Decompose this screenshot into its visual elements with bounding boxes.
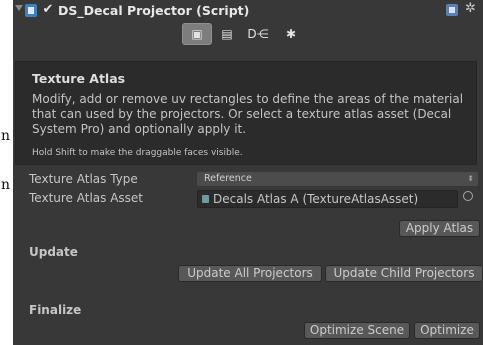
help-box-title: Texture Atlas bbox=[32, 71, 126, 86]
optimize-button[interactable]: Optimize bbox=[414, 322, 480, 339]
apply-atlas-button[interactable]: Apply Atlas bbox=[399, 220, 480, 237]
help-book-icon[interactable] bbox=[446, 4, 458, 16]
dropdown-arrows-icon: ⬍ bbox=[467, 174, 474, 183]
help-box-hint: Hold Shift to make the draggable faces v… bbox=[32, 148, 243, 158]
background-text-fragment: n bbox=[1, 177, 11, 193]
atlas-type-dropdown[interactable]: Reference ⬍ bbox=[197, 172, 478, 186]
help-box-body: Modify, add or remove uv rectangles to d… bbox=[32, 92, 464, 136]
asset-icon bbox=[202, 195, 209, 203]
foldout-arrow-icon[interactable] bbox=[15, 5, 23, 11]
component-header[interactable]: ✔ DS_Decal Projector (Script) ✲ bbox=[13, 0, 483, 22]
component-settings-icon[interactable]: ✲ bbox=[465, 1, 476, 16]
update-child-projectors-button[interactable]: Update Child Projectors bbox=[325, 265, 483, 282]
atlas-asset-value: Decals Atlas A (TextureAtlasAsset) bbox=[213, 192, 419, 206]
enabled-checkbox[interactable]: ✔ bbox=[41, 3, 55, 17]
background-text-fragment: n bbox=[1, 128, 11, 144]
atlas-type-label: Texture Atlas Type bbox=[29, 172, 138, 186]
component-title: DS_Decal Projector (Script) bbox=[58, 3, 250, 18]
projector-tool-icon[interactable]: ▣ bbox=[182, 23, 212, 45]
document-tool-icon[interactable]: ▤ bbox=[213, 24, 241, 44]
atlas-type-value: Reference bbox=[204, 173, 252, 184]
finalize-section-title: Finalize bbox=[29, 303, 82, 317]
inspector-panel: ✔ DS_Decal Projector (Script) ✲ ▣ ▤ D⋲ ✱… bbox=[13, 0, 483, 345]
object-picker-icon[interactable] bbox=[463, 191, 473, 201]
optimize-scene-button[interactable]: Optimize Scene bbox=[304, 322, 410, 339]
decal-tool-icon[interactable]: D⋲ bbox=[244, 24, 272, 44]
update-section-title: Update bbox=[29, 245, 78, 259]
texture-atlas-help-box: Texture Atlas Modify, add or remove uv r… bbox=[15, 61, 477, 165]
update-all-projectors-button[interactable]: Update All Projectors bbox=[178, 265, 322, 282]
script-icon bbox=[25, 4, 37, 17]
atlas-asset-label: Texture Atlas Asset bbox=[29, 191, 143, 205]
atlas-asset-field[interactable]: Decals Atlas A (TextureAtlasAsset) bbox=[197, 190, 458, 208]
settings-gear-icon[interactable]: ✱ bbox=[277, 24, 305, 44]
